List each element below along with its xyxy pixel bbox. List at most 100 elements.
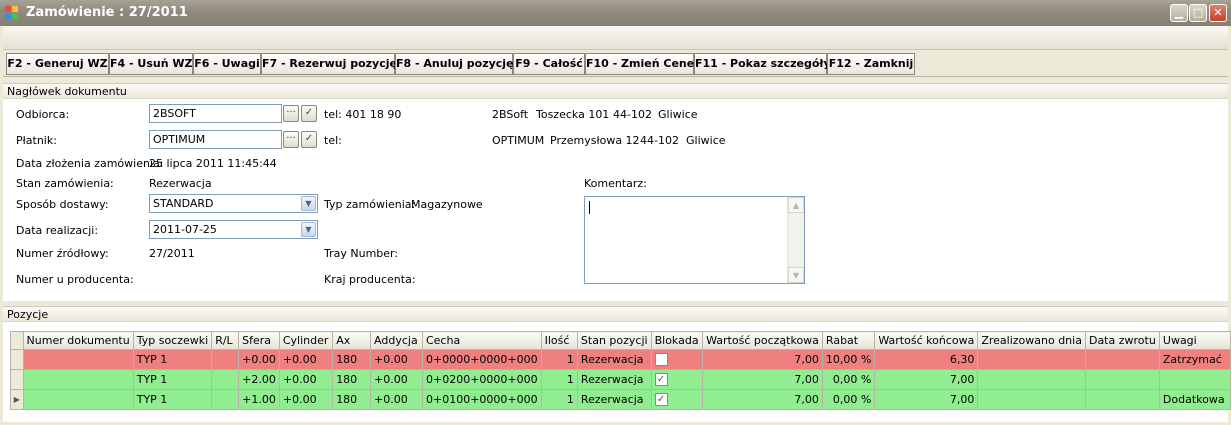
rezerwuj-pozycje-button[interactable]: F7 - Rezerwuj pozycję: [261, 53, 397, 75]
cell-addycja[interactable]: +0.00: [370, 349, 423, 370]
cell-addycja[interactable]: +0.00: [370, 389, 423, 410]
cell-uwagi[interactable]: Dodatkowa: [1158, 389, 1231, 410]
komentarz-scrollbar[interactable]: ▲ ▼: [787, 197, 804, 283]
cell-ax[interactable]: 180: [332, 389, 372, 410]
cell-cylinder[interactable]: +0.00: [278, 349, 334, 370]
col-cecha[interactable]: Cecha: [421, 331, 542, 350]
col-wartosc-poczatkowa[interactable]: Wartość początkowa: [702, 331, 823, 350]
row-header[interactable]: [10, 369, 24, 390]
cell-blokada[interactable]: [650, 349, 704, 370]
positions-grid[interactable]: Numer dokumentu Typ soczewki R/L Sfera C…: [10, 331, 1231, 410]
cell-numer-dokumentu[interactable]: [22, 349, 134, 370]
cell-wartosc-poczatkowa[interactable]: 7,00: [702, 369, 823, 390]
sposob-dostawy-select[interactable]: STANDARD ▼: [149, 194, 318, 213]
col-cylinder[interactable]: Cylinder: [278, 331, 334, 350]
cell-zrealizowano-dnia[interactable]: [977, 369, 1086, 390]
cell-cecha[interactable]: 0+0100+0000+000: [421, 389, 542, 410]
cell-rabat[interactable]: 0,00 %: [821, 369, 876, 390]
col-zrealizowano-dnia[interactable]: Zrealizowano dnia: [977, 331, 1086, 350]
data-realizacji-picker[interactable]: 2011-07-25 ▼: [149, 220, 318, 239]
cell-ilosc[interactable]: 1: [540, 369, 578, 390]
close-button[interactable]: ✕: [1209, 4, 1227, 22]
anuluj-pozycje-button[interactable]: F8 - Anuluj pozycję: [395, 53, 514, 75]
generuj-wz-button[interactable]: F2 - Generuj WZ: [6, 53, 109, 75]
blokada-checkbox-checked[interactable]: ✓: [654, 373, 668, 387]
col-wartosc-koncowa[interactable]: Wartość końcowa: [874, 331, 979, 350]
cell-ilosc[interactable]: 1: [540, 349, 578, 370]
col-sfera[interactable]: Sfera: [238, 331, 280, 350]
usun-wz-button[interactable]: F4 - Usuń WZ: [109, 53, 193, 75]
col-rabat[interactable]: Rabat: [821, 331, 876, 350]
cell-uwagi[interactable]: Zatrzymać: [1158, 349, 1231, 370]
maximize-button[interactable]: □: [1189, 4, 1207, 22]
cell-numer-dokumentu[interactable]: [22, 369, 134, 390]
cell-typ-soczewki[interactable]: TYP 1: [132, 369, 213, 390]
cell-wartosc-poczatkowa[interactable]: 7,00: [702, 389, 823, 410]
cell-ax[interactable]: 180: [332, 369, 372, 390]
table-row[interactable]: TYP 1 +2.00 +0.00 180 +0.00 0+0200+0000+…: [10, 369, 1231, 390]
platnik-confirm-button[interactable]: ✓: [301, 131, 317, 148]
odbiorca-browse-button[interactable]: ···: [283, 105, 299, 122]
cell-addycja[interactable]: +0.00: [370, 369, 423, 390]
cell-rl[interactable]: [211, 349, 240, 370]
chevron-down-icon[interactable]: ▼: [301, 196, 316, 211]
cell-rl[interactable]: [211, 389, 240, 410]
cell-data-zwrotu[interactable]: [1084, 349, 1160, 370]
cell-typ-soczewki[interactable]: TYP 1: [132, 389, 213, 410]
cell-stan-pozycji[interactable]: Rezerwacja: [576, 369, 652, 390]
odbiorca-field[interactable]: 2BSOFT: [149, 104, 282, 123]
cell-wartosc-koncowa[interactable]: 7,00: [874, 369, 979, 390]
cell-cecha[interactable]: 0+0200+0000+000: [421, 369, 542, 390]
calosc-button[interactable]: F9 - Całość: [513, 53, 585, 75]
cell-cecha[interactable]: 0+0000+0000+000: [421, 349, 542, 370]
col-ilosc[interactable]: Ilość: [540, 331, 578, 350]
col-uwagi[interactable]: Uwagi: [1158, 331, 1231, 350]
col-data-zwrotu[interactable]: Data zwrotu: [1084, 331, 1160, 350]
cell-wartosc-koncowa[interactable]: 7,00: [874, 389, 979, 410]
scroll-up-icon[interactable]: ▲: [788, 197, 804, 213]
col-blokada[interactable]: Blokada: [650, 331, 704, 350]
cell-sfera[interactable]: +2.00: [238, 369, 280, 390]
platnik-browse-button[interactable]: ···: [283, 131, 299, 148]
cell-numer-dokumentu[interactable]: [22, 389, 134, 410]
col-typ-soczewki[interactable]: Typ soczewki: [132, 331, 213, 350]
odbiorca-confirm-button[interactable]: ✓: [301, 105, 317, 122]
zamknij-button[interactable]: F12 - Zamknij: [827, 53, 915, 75]
cell-blokada[interactable]: ✓: [650, 389, 704, 410]
chevron-down-icon[interactable]: ▼: [301, 222, 316, 237]
cell-rabat[interactable]: 10,00 %: [821, 349, 876, 370]
table-row[interactable]: ▶ TYP 1 +1.00 +0.00 180 +0.00 0+0100+000…: [10, 389, 1231, 410]
cell-data-zwrotu[interactable]: [1084, 389, 1160, 410]
col-ax[interactable]: Ax: [332, 331, 372, 350]
platnik-field[interactable]: OPTIMUM: [149, 130, 282, 149]
cell-sfera[interactable]: +0.00: [238, 349, 280, 370]
blokada-checkbox[interactable]: [654, 353, 668, 367]
uwagi-button[interactable]: F6 - Uwagi: [193, 53, 261, 75]
cell-cylinder[interactable]: +0.00: [278, 389, 334, 410]
row-header-current[interactable]: ▶: [10, 389, 24, 410]
col-numer-dokumentu[interactable]: Numer dokumentu: [22, 331, 134, 350]
cell-ilosc[interactable]: 1: [540, 389, 578, 410]
cell-blokada[interactable]: ✓: [650, 369, 704, 390]
cell-zrealizowano-dnia[interactable]: [977, 349, 1086, 370]
blokada-checkbox-checked[interactable]: ✓: [654, 393, 668, 407]
pokaz-szczegoly-button[interactable]: F11 - Pokaz szczegóły: [694, 53, 831, 75]
cell-rl[interactable]: [211, 369, 240, 390]
col-stan-pozycji[interactable]: Stan pozycji: [576, 331, 652, 350]
komentarz-textarea[interactable]: ▲ ▼: [584, 196, 805, 284]
table-row[interactable]: TYP 1 +0.00 +0.00 180 +0.00 0+0000+0000+…: [10, 349, 1231, 370]
col-rl[interactable]: R/L: [211, 331, 240, 350]
scroll-down-icon[interactable]: ▼: [788, 267, 804, 283]
row-header[interactable]: [10, 349, 24, 370]
cell-stan-pozycji[interactable]: Rezerwacja: [576, 389, 652, 410]
cell-zrealizowano-dnia[interactable]: [977, 389, 1086, 410]
zmien-cene-button[interactable]: F10 - Zmień Cene: [585, 53, 694, 75]
cell-typ-soczewki[interactable]: TYP 1: [132, 349, 213, 370]
cell-data-zwrotu[interactable]: [1084, 369, 1160, 390]
minimize-button[interactable]: ▁: [1170, 4, 1188, 22]
cell-wartosc-koncowa[interactable]: 6,30: [874, 349, 979, 370]
cell-ax[interactable]: 180: [332, 349, 372, 370]
cell-stan-pozycji[interactable]: Rezerwacja: [576, 349, 652, 370]
cell-uwagi[interactable]: [1158, 369, 1231, 390]
cell-wartosc-poczatkowa[interactable]: 7,00: [702, 349, 823, 370]
